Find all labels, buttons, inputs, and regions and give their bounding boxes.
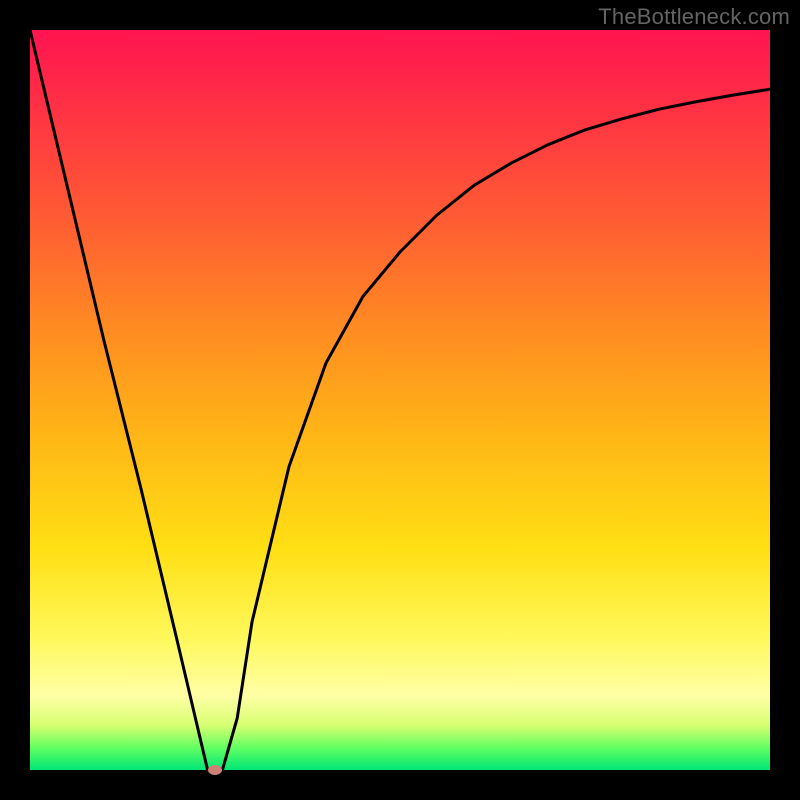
bottleneck-curve <box>30 30 770 770</box>
optimal-point-marker <box>208 765 222 775</box>
watermark-text: TheBottleneck.com <box>598 4 790 30</box>
plot-area <box>30 30 770 770</box>
chart-frame: TheBottleneck.com <box>0 0 800 800</box>
